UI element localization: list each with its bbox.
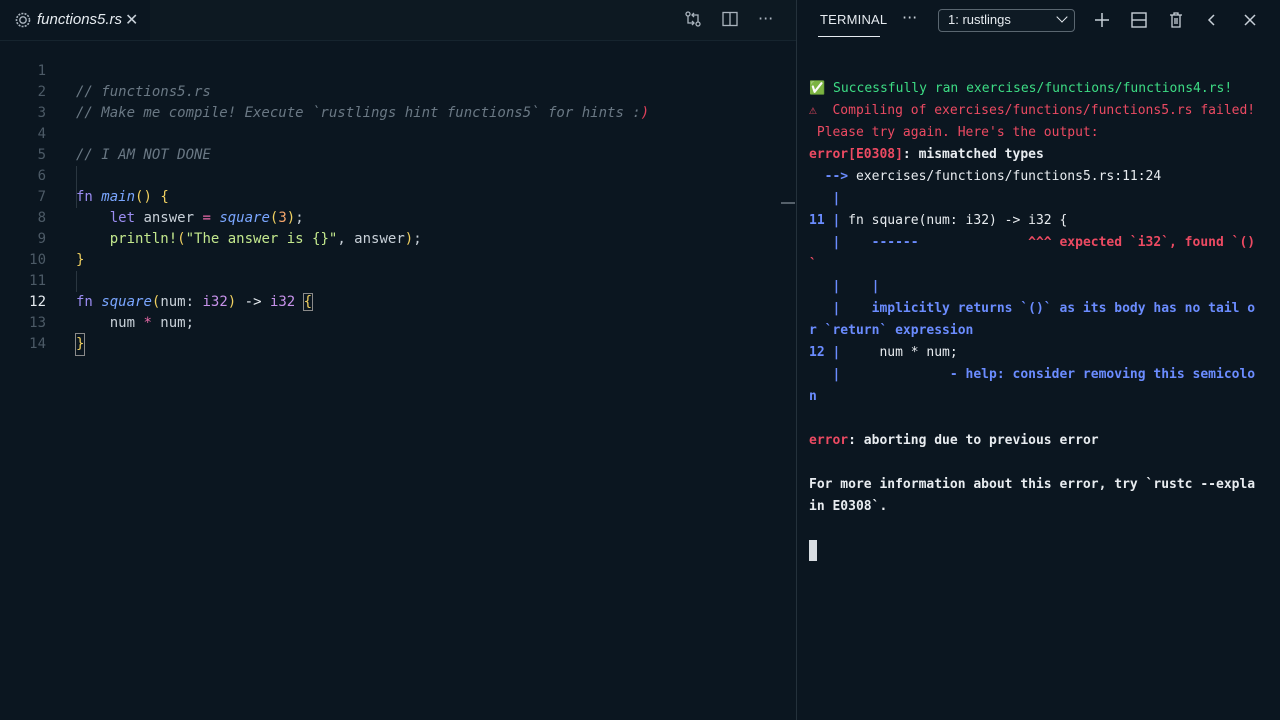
trash-icon[interactable] xyxy=(1165,9,1187,31)
terminal-text: --> xyxy=(809,169,849,184)
terminal-text: | xyxy=(809,191,841,206)
terminal-line: | implicitly returns `()` as its body ha… xyxy=(809,298,1269,320)
terminal-line: | xyxy=(809,188,1269,210)
code-line[interactable]: 9 } xyxy=(0,208,780,268)
plus-icon[interactable] xyxy=(1091,9,1113,31)
terminal-select[interactable]: 1: rustlings xyxy=(938,9,1075,32)
terminal-line: error[E0308]: mismatched types xyxy=(809,144,1269,166)
active-tab-indicator xyxy=(818,36,880,37)
terminal-text: ` xyxy=(809,257,817,272)
terminal-text: Please try again. Here's the output: xyxy=(809,125,1099,140)
terminal-text: For more information about this error, t… xyxy=(809,477,1256,492)
editor-pane: functions5.rs ✕ ··· 1 // functions5.rs 2… xyxy=(0,0,796,720)
code-line[interactable]: 8 println!("The answer is {}", answer); xyxy=(0,187,780,247)
split-terminal-icon[interactable] xyxy=(1128,9,1150,31)
chevron-down-icon xyxy=(1056,11,1068,23)
terminal-text: n xyxy=(809,389,817,404)
terminal-text: | ------ xyxy=(809,235,919,250)
terminal-line: ✅ Successfully ran exercises/functions/f… xyxy=(809,78,1269,100)
terminal-text: | | xyxy=(809,279,880,294)
terminal-line xyxy=(809,540,1269,562)
terminal-text: in E0308`. xyxy=(809,499,888,514)
compare-changes-icon[interactable] xyxy=(684,10,702,32)
rust-icon xyxy=(15,12,31,28)
terminal-text: 12 | xyxy=(809,345,841,360)
terminal-text: fn square(num: i32) -> i32 { xyxy=(840,213,1068,228)
terminal-text: 11 | xyxy=(809,213,841,228)
editor-tab-bar: functions5.rs ✕ ··· xyxy=(0,0,796,41)
split-editor-icon[interactable] xyxy=(721,10,739,32)
terminal-text: error[E0308] xyxy=(809,147,903,162)
terminal-header: TERMINAL ··· 1: rustlings xyxy=(797,0,1280,40)
terminal-line: in E0308`. xyxy=(809,496,1269,518)
terminal-line: --> exercises/functions/functions5.rs:11… xyxy=(809,166,1269,188)
terminal-line: n xyxy=(809,386,1269,408)
terminal-text: r `return` expression xyxy=(809,323,974,338)
code-line[interactable]: 12 num * num; xyxy=(0,271,780,331)
code-line[interactable]: 1 // functions5.rs xyxy=(0,40,780,100)
code-line[interactable]: 5 xyxy=(0,124,780,163)
scrollbar-marker[interactable] xyxy=(781,202,795,204)
terminal-line: For more information about this error, t… xyxy=(809,474,1269,496)
terminal-text: exercises/functions/functions5.rs:11:24 xyxy=(848,169,1162,184)
terminal-line: 12 | num * num; xyxy=(809,342,1269,364)
terminal-cursor xyxy=(809,540,817,561)
code-line[interactable]: 3 xyxy=(0,82,780,121)
terminal-text: | implicitly returns `()` as its body ha… xyxy=(809,301,1256,316)
terminal-line: | - help: consider removing this semicol… xyxy=(809,364,1269,386)
terminal-line: Please try again. Here's the output: xyxy=(809,122,1269,144)
terminal-line: 11 | fn square(num: i32) -> i32 { xyxy=(809,210,1269,232)
code-line[interactable]: 2 // Make me compile! Execute `rustlings… xyxy=(0,61,780,121)
terminal-text: error xyxy=(809,433,849,448)
terminal-line: error: aborting due to previous error xyxy=(809,430,1269,452)
terminal-line: r `return` expression xyxy=(809,320,1269,342)
terminal-text: : aborting due to previous error xyxy=(848,433,1099,448)
close-icon[interactable]: ✕ xyxy=(125,10,138,29)
code-line[interactable]: 11 fn square(num: i32) -> i32 { xyxy=(0,250,780,311)
terminal-line: ⚠ Compiling of exercises/functions/funct… xyxy=(809,100,1269,122)
terminal-text: | - help: consider removing this semicol… xyxy=(809,367,1256,382)
line-number: 14 xyxy=(29,336,46,352)
tab-terminal[interactable]: TERMINAL xyxy=(820,12,887,27)
terminal-select-value: 1: rustlings xyxy=(948,12,1011,27)
close-icon[interactable] xyxy=(1239,9,1261,31)
tab-title: functions5.rs xyxy=(37,11,123,28)
code-line[interactable]: 7 let answer = square(3); xyxy=(0,166,780,226)
terminal-text: num * num; xyxy=(840,345,958,360)
code-text: } xyxy=(74,333,86,356)
code-line[interactable]: 10 xyxy=(0,229,780,268)
terminal-line: ` xyxy=(809,254,1269,276)
terminal-text: ⚠ Compiling of exercises/functions/funct… xyxy=(809,103,1256,118)
terminal-text: ✅ Successfully ran exercises/functions/f… xyxy=(809,81,1233,96)
tab-functions5[interactable]: functions5.rs ✕ xyxy=(0,0,150,40)
code-line[interactable]: 13 } xyxy=(0,292,780,356)
chevron-left-icon[interactable] xyxy=(1201,9,1223,31)
terminal-text: : mismatched types xyxy=(902,147,1044,162)
code-line[interactable]: 4 // I AM NOT DONE xyxy=(0,103,780,163)
terminal-text: ^^^ expected `i32`, found `() xyxy=(918,235,1256,250)
terminal-pane: TERMINAL ··· 1: rustlings ✅ Successfully… xyxy=(797,0,1280,720)
code-line[interactable]: 14 xyxy=(0,313,780,352)
more-actions-icon[interactable]: ··· xyxy=(902,8,917,27)
terminal-line: | | xyxy=(809,276,1269,298)
code-line[interactable]: 6 fn main() { xyxy=(0,145,780,205)
more-actions-icon[interactable]: ··· xyxy=(758,9,773,28)
terminal-line: | ------ ^^^ expected `i32`, found `() xyxy=(809,232,1269,254)
terminal-output[interactable]: ✅ Successfully ran exercises/functions/f… xyxy=(809,78,1269,562)
